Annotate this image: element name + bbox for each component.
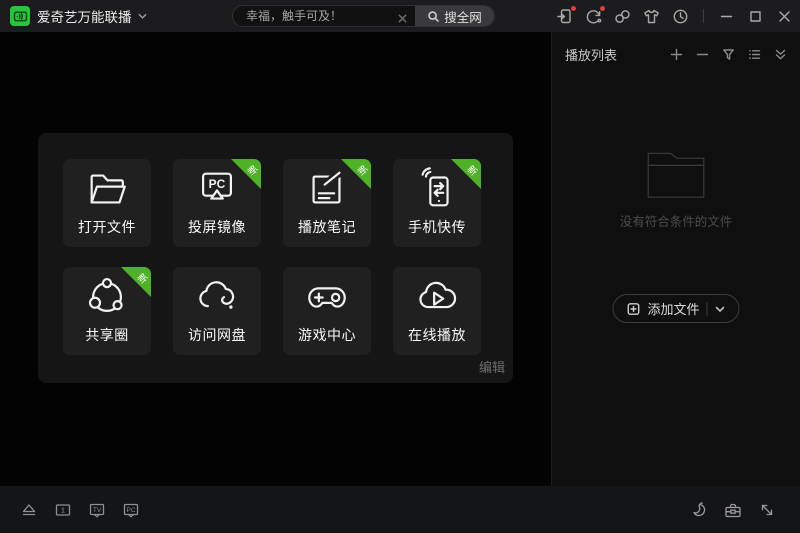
controls-right	[690, 486, 776, 533]
player-controls: 1 TV PC	[0, 486, 800, 533]
playlist-header: 播放列表	[552, 32, 800, 64]
folder-open-icon	[84, 166, 130, 212]
cloud-play-icon	[414, 274, 460, 320]
close-button[interactable]	[776, 8, 793, 25]
shortcut-tile-share-circle[interactable]: 共享圈 新	[63, 267, 151, 355]
search-input[interactable]	[233, 9, 397, 23]
shortcuts-panel: 打开文件 PC 投屏镜像 新 播放笔记 新 手机快传 新 共享圈 新 访问网盘	[38, 133, 513, 383]
app-title: 爱奇艺万能联播	[37, 6, 132, 26]
shortcuts-grid: 打开文件 PC 投屏镜像 新 播放笔记 新 手机快传 新 共享圈 新 访问网盘	[63, 159, 481, 355]
video-stage: 打开文件 PC 投屏镜像 新 播放笔记 新 手机快传 新 共享圈 新 访问网盘	[0, 32, 551, 486]
playlist-empty-state: 没有符合条件的文件	[552, 147, 800, 230]
notification-dot	[600, 6, 605, 11]
chili-icon[interactable]	[690, 501, 708, 519]
titlebar-separator	[703, 9, 704, 23]
controls-left: 1 TV PC	[20, 486, 140, 533]
history-clock-icon[interactable]	[672, 8, 689, 25]
button-divider	[707, 302, 708, 316]
shortcut-tile-pc-cast[interactable]: PC 投屏镜像 新	[173, 159, 261, 247]
add-file-button[interactable]: 添加文件	[612, 294, 739, 323]
device-connect-icon[interactable]	[556, 8, 573, 25]
tile-label: 访问网盘	[173, 325, 261, 345]
search-clear-icon[interactable]	[397, 11, 408, 22]
minimize-button[interactable]	[718, 8, 735, 25]
empty-state-text: 没有符合条件的文件	[552, 211, 800, 230]
frame-1-icon[interactable]: 1	[54, 501, 72, 519]
list-mode-icon[interactable]	[748, 48, 761, 61]
empty-folder-icon	[641, 147, 711, 199]
playlist-toolbar	[670, 48, 787, 61]
pc-mirror-icon[interactable]: PC	[122, 501, 140, 519]
titlebar: 爱奇艺万能联播 搜全网	[0, 0, 800, 32]
fullscreen-icon[interactable]	[758, 501, 776, 519]
shortcut-tile-folder-open[interactable]: 打开文件	[63, 159, 151, 247]
app-logo-icon	[10, 6, 30, 26]
add-icon[interactable]	[670, 48, 683, 61]
maximize-button[interactable]	[747, 8, 764, 25]
skin-tshirt-icon[interactable]	[643, 8, 660, 25]
svg-text:1: 1	[61, 505, 65, 514]
notification-dot	[571, 6, 576, 11]
search-button-label: 搜全网	[444, 7, 482, 26]
share-sync-icon[interactable]	[585, 8, 602, 25]
collapse-icon[interactable]	[774, 48, 787, 61]
tv-cast-icon[interactable]: TV	[88, 501, 106, 519]
app-window: 爱奇艺万能联播 搜全网	[0, 0, 800, 533]
tile-label: 投屏镜像	[173, 217, 261, 237]
toolbox-icon[interactable]	[724, 501, 742, 519]
app-title-menu[interactable]: 爱奇艺万能联播	[37, 0, 148, 32]
chevron-down-icon[interactable]	[715, 303, 726, 314]
add-file-icon	[626, 302, 640, 316]
filter-icon[interactable]	[722, 48, 735, 61]
shortcut-tile-gamepad[interactable]: 游戏中心	[283, 267, 371, 355]
shortcut-tile-cloud-drive[interactable]: 访问网盘	[173, 267, 261, 355]
search-button[interactable]: 搜全网	[415, 6, 494, 26]
cloud-drive-icon	[194, 274, 240, 320]
eject-icon[interactable]	[20, 501, 38, 519]
shortcut-tile-note-edit[interactable]: 播放笔记 新	[283, 159, 371, 247]
tile-label: 在线播放	[393, 325, 481, 345]
svg-text:PC: PC	[126, 506, 135, 513]
tile-label: 共享圈	[63, 325, 151, 345]
tile-label: 手机快传	[393, 217, 481, 237]
search-box: 搜全网	[232, 5, 495, 27]
add-file-label: 添加文件	[647, 299, 699, 318]
tile-label: 打开文件	[63, 217, 151, 237]
titlebar-tools	[556, 0, 793, 32]
chevron-down-icon	[137, 11, 148, 22]
svg-text:PC: PC	[209, 177, 226, 191]
search-icon	[427, 10, 440, 23]
shortcut-tile-phone-transfer[interactable]: 手机快传 新	[393, 159, 481, 247]
edit-shortcuts-link[interactable]: 编辑	[479, 357, 505, 376]
svg-text:TV: TV	[93, 506, 102, 513]
link-icon[interactable]	[614, 8, 631, 25]
gamepad-icon	[304, 274, 350, 320]
shortcut-tile-cloud-play[interactable]: 在线播放	[393, 267, 481, 355]
playlist-sidebar: 播放列表	[551, 32, 800, 486]
tile-label: 游戏中心	[283, 325, 371, 345]
tile-label: 播放笔记	[283, 217, 371, 237]
remove-icon[interactable]	[696, 48, 709, 61]
playlist-title: 播放列表	[565, 45, 617, 64]
